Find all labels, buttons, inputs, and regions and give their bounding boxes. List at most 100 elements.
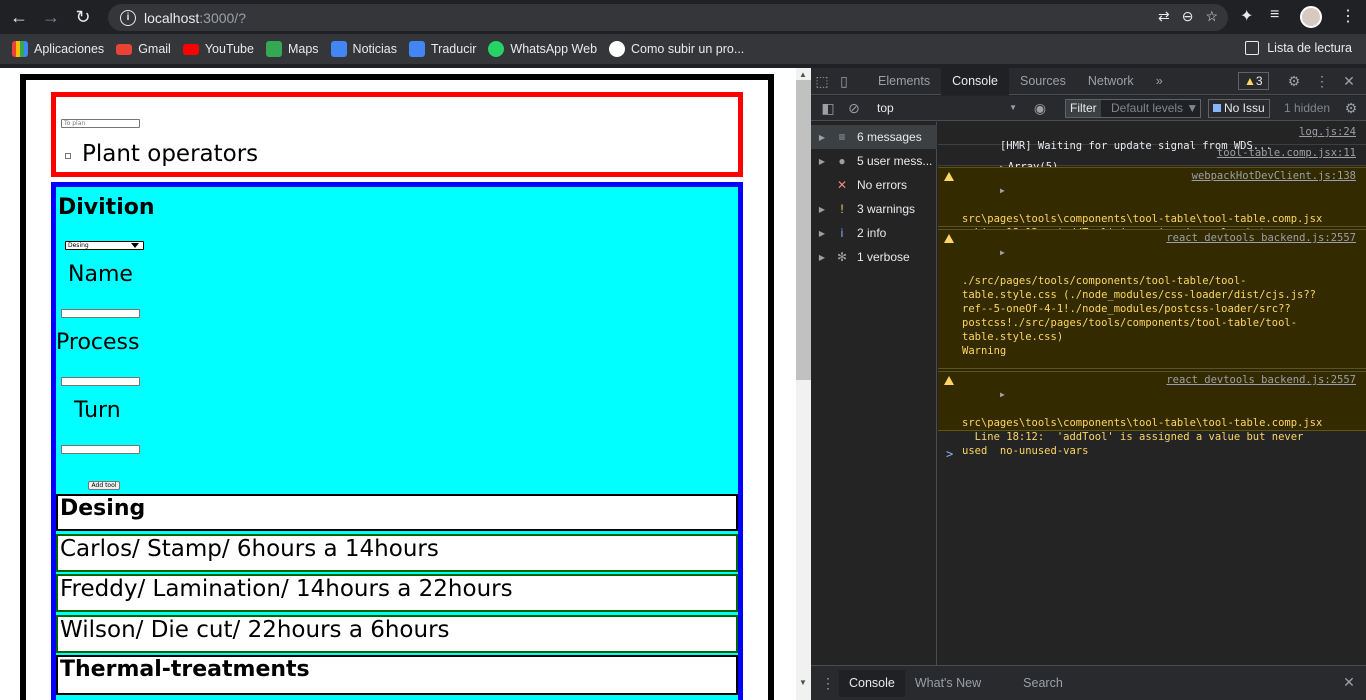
bookmark-github[interactable]: Como subir un pro... bbox=[609, 41, 744, 57]
drawer-tab-console[interactable]: Console bbox=[839, 669, 905, 697]
sidebar-item-messages[interactable]: ▶ ≡ 6 messages bbox=[811, 125, 937, 149]
console-message: [HMR] Waiting for update signal from WDS… bbox=[938, 125, 1366, 152]
page-viewport: To plan Plant operators Divition Desing … bbox=[0, 68, 796, 700]
log-levels-dropdown[interactable]: Default levels ▼ bbox=[1111, 101, 1198, 115]
warning-icon: ▲ bbox=[1244, 74, 1256, 88]
kebab-menu-icon[interactable]: ⋮ bbox=[1311, 73, 1333, 90]
expand-icon[interactable]: ▶ bbox=[1000, 186, 1005, 195]
sidebar-item-info[interactable]: ▶ i 2 info bbox=[811, 221, 937, 245]
zoom-icon[interactable]: ⊖ bbox=[1182, 8, 1194, 25]
console-warning: ▶ react devtools backend.js:2557 src\page… bbox=[938, 371, 1366, 457]
process-input[interactable] bbox=[61, 377, 140, 386]
expand-icon[interactable]: ▶ bbox=[1000, 248, 1005, 257]
sidebar-item-verbose[interactable]: ▶ ✻ 1 verbose bbox=[811, 245, 937, 269]
console-message[interactable]: ▶Array(5) tool-table.comp.jsx:11 bbox=[938, 146, 1366, 173]
back-icon[interactable]: ← bbox=[6, 4, 32, 30]
tab-network[interactable]: Network bbox=[1077, 68, 1145, 95]
url-text[interactable]: localhost:3000/? bbox=[144, 10, 246, 26]
turn-input[interactable] bbox=[61, 445, 140, 454]
scrollbar-thumb[interactable] bbox=[796, 80, 811, 380]
warnings-badge[interactable]: ▲3 bbox=[1238, 72, 1269, 90]
console-warning: ▶ react devtools backend.js:2557 ./src/pa… bbox=[938, 229, 1366, 399]
issues-button[interactable]: No Issu bbox=[1208, 99, 1270, 118]
eye-icon[interactable]: ◉ bbox=[1029, 100, 1051, 117]
more-tabs-icon[interactable]: » bbox=[1145, 68, 1174, 95]
bookmark-noticias[interactable]: Noticias bbox=[330, 41, 397, 57]
context-select[interactable]: top bbox=[877, 101, 1017, 115]
gmail-icon bbox=[116, 43, 133, 55]
to-plan-input[interactable]: To plan bbox=[61, 119, 140, 128]
bookmark-whatsapp[interactable]: WhatsApp Web bbox=[488, 41, 597, 57]
site-info-icon[interactable]: i bbox=[120, 9, 136, 26]
plant-operators-row: Plant operators bbox=[65, 141, 258, 167]
extensions-icon[interactable]: ✦ bbox=[1240, 6, 1253, 26]
source-link[interactable]: tool-table.comp.jsx:11 bbox=[1217, 146, 1356, 160]
plan-section: To plan Plant operators bbox=[51, 92, 743, 177]
menu-icon[interactable]: ⋮ bbox=[1340, 6, 1356, 26]
forward-icon[interactable]: → bbox=[38, 4, 64, 30]
bookmarks-bar: Aplicaciones Gmail YouTube Maps Noticias… bbox=[0, 34, 1366, 64]
bookmark-apps[interactable]: Aplicaciones bbox=[12, 41, 104, 57]
devtools-drawer: ⋮ Console What's New Search ✕ bbox=[811, 665, 1366, 700]
name-input[interactable] bbox=[61, 309, 140, 318]
inspect-icon[interactable]: ⬚ bbox=[811, 73, 833, 90]
user-icon: ● bbox=[838, 154, 846, 168]
tab-console[interactable]: Console bbox=[941, 67, 1009, 95]
warning-icon: ! bbox=[840, 202, 844, 216]
tab-sources[interactable]: Sources bbox=[1009, 68, 1077, 95]
reload-icon[interactable]: ↻ bbox=[70, 4, 96, 30]
bug-icon: ✻ bbox=[836, 250, 848, 264]
drawer-tab-whats-new[interactable]: What's New bbox=[905, 670, 991, 697]
drawer-tab-search[interactable]: Search bbox=[1013, 670, 1073, 697]
device-toggle-icon[interactable]: ▯ bbox=[833, 73, 855, 90]
console-prompt[interactable]: > bbox=[946, 447, 953, 461]
reading-list-button[interactable]: Lista de lectura bbox=[1245, 41, 1352, 55]
add-tool-button[interactable]: Add tool bbox=[88, 481, 120, 490]
turn-label: Turn bbox=[74, 398, 121, 423]
clear-console-icon[interactable]: ⊘ bbox=[843, 100, 865, 117]
avatar[interactable] bbox=[1300, 6, 1322, 28]
sidebar-toggle-icon[interactable]: ◧ bbox=[817, 100, 839, 117]
bookmark-gmail[interactable]: Gmail bbox=[116, 42, 171, 56]
source-link[interactable]: react devtools backend.js:2557 bbox=[1166, 373, 1356, 387]
console-settings-icon[interactable]: ⚙ bbox=[1340, 100, 1362, 117]
drawer-close-icon[interactable]: ✕ bbox=[1338, 674, 1360, 691]
process-label: Process bbox=[56, 330, 140, 355]
scroll-up-icon[interactable]: ▲ bbox=[799, 70, 807, 79]
sidebar-item-errors[interactable]: ✕ No errors bbox=[811, 173, 937, 197]
table-row: Freddy/ Lamination/ 14hours a 22hours bbox=[56, 574, 738, 612]
console-warning: ▶ webpackHotDevClient.js:138 src\pages\to… bbox=[938, 167, 1366, 253]
bookmark-traducir[interactable]: Traducir bbox=[409, 41, 476, 57]
console-toolbar: ◧ ⊘ top ◉ Filter Default levels ▼ No Iss… bbox=[811, 96, 1366, 121]
division-select[interactable]: Desing bbox=[65, 241, 144, 250]
expand-icon[interactable]: ▶ bbox=[1000, 390, 1005, 399]
close-icon[interactable]: ✕ bbox=[1338, 73, 1360, 90]
plant-operators-checkbox[interactable] bbox=[65, 153, 71, 159]
source-link[interactable]: webpackHotDevClient.js:138 bbox=[1192, 169, 1356, 183]
source-link[interactable]: react devtools backend.js:2557 bbox=[1166, 231, 1356, 245]
group-title: Desing bbox=[56, 494, 738, 531]
source-link[interactable]: log.js:24 bbox=[1299, 125, 1356, 139]
table-row: Carlos/ Stamp/ 6hours a 14hours bbox=[56, 534, 738, 572]
bookmark-maps[interactable]: Maps bbox=[265, 41, 319, 57]
devtools-tabbar: ⬚ ▯ Elements Console Sources Network » ▲… bbox=[811, 67, 1366, 95]
division-section: Divition Desing Name Process Turn Add to… bbox=[51, 182, 743, 700]
scroll-down-icon[interactable]: ▼ bbox=[799, 678, 807, 687]
browser-toolbar: ← → ↻ i localhost:3000/? ⇄ ⊖ ☆ ✦ ≡ ⋮ bbox=[0, 0, 1366, 34]
news-icon bbox=[330, 41, 347, 57]
bookmark-youtube[interactable]: YouTube bbox=[182, 42, 254, 56]
translate-icon bbox=[409, 41, 426, 57]
reading-list-icon bbox=[1245, 41, 1260, 55]
sidebar-item-user-messages[interactable]: ▶ ● 5 user mess... bbox=[811, 149, 937, 173]
tab-elements[interactable]: Elements bbox=[867, 68, 941, 95]
star-icon[interactable]: ☆ bbox=[1205, 8, 1218, 25]
page-scrollbar[interactable]: ▲ ▼ bbox=[796, 68, 811, 700]
gear-icon[interactable]: ⚙ bbox=[1283, 73, 1305, 90]
address-bar[interactable]: i localhost:3000/? ⇄ ⊖ ☆ bbox=[108, 4, 1228, 31]
sidebar-item-warnings[interactable]: ▶! 3 warnings bbox=[811, 197, 937, 221]
media-icon[interactable]: ≡ bbox=[1270, 6, 1279, 24]
translate-icon[interactable]: ⇄ bbox=[1158, 8, 1170, 25]
name-label: Name bbox=[68, 262, 133, 287]
drawer-menu-icon[interactable]: ⋮ bbox=[817, 675, 839, 692]
console-sidebar: ▶ ≡ 6 messages ▶ ● 5 user mess... ✕ No errors… bbox=[811, 122, 937, 665]
